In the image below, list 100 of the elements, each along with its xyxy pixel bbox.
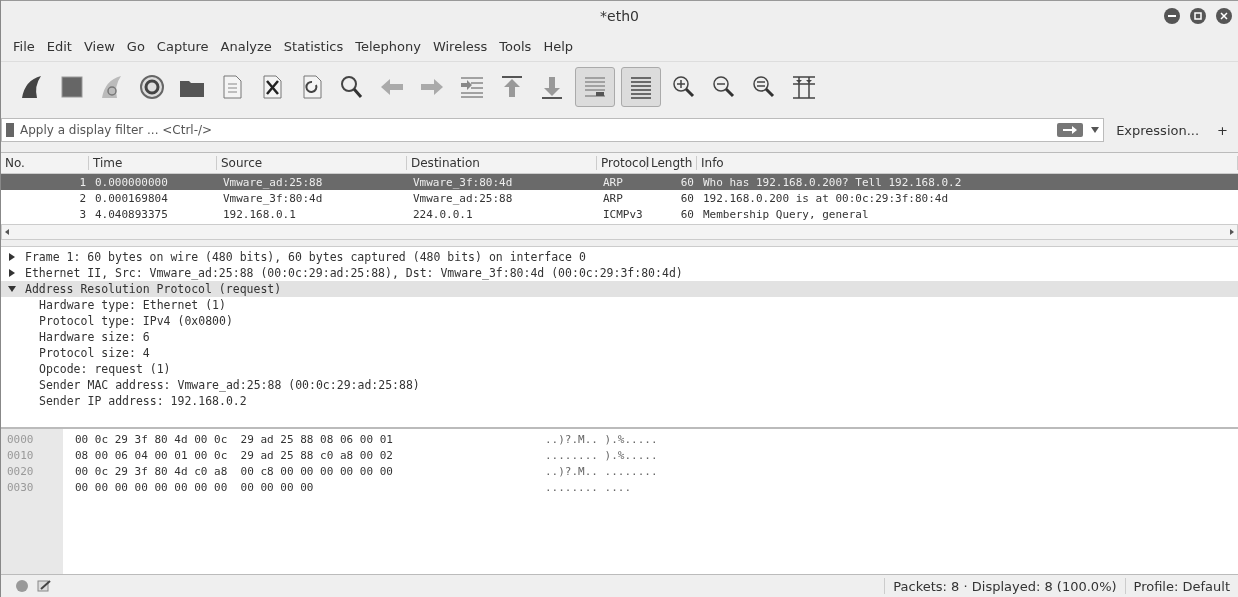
tree-item[interactable]: Sender IP address: 192.168.0.2 [1,393,1238,409]
hex-offset: 0030 [6,480,34,494]
horizontal-scrollbar[interactable] [1,224,1238,240]
table-cell-text: Vmware_3f:80:4d [412,175,514,189]
close-icon [1220,12,1228,20]
table-cell-text: 4.040893375 [94,207,169,221]
table-cell-text: 224.0.0.1 [412,207,474,221]
settings-icon [139,74,165,100]
menu-item[interactable]: Statistics [277,38,350,54]
menu-item[interactable]: Edit [40,38,78,54]
menu-item[interactable]: Analyze [214,38,278,54]
tree-item[interactable]: Hardware size: 6 [1,329,1238,345]
tree-item[interactable]: Ethernet II, Src: Vmware_ad:25:88 (00:0c:29:ad:25:88), Dst: Vmware_3f:80:4d (00:0c:29:3f:80:4d) [1,265,1238,281]
table-cell-text: Who has 192.168.0.200? Tell 192.168.0.2 [702,175,963,189]
column-header[interactable]: No. [1,156,89,170]
expanded-arrow-icon[interactable] [7,284,17,294]
hex-offset: 0000 [6,432,34,446]
menu-item[interactable]: File [7,38,41,54]
menu-item[interactable]: Tools [493,38,538,54]
search-icon [339,74,365,100]
column-header[interactable]: Time [89,156,217,170]
hex-bytes: 08 00 06 04 00 01 00 0c 29 ad 25 88 c0 a8 00 02 [75,448,394,462]
menu-item[interactable]: View [77,38,121,54]
column-header[interactable]: Length [647,156,697,170]
close-button[interactable] [1216,8,1232,24]
tree-item-label: Address Resolution Protocol (request) [25,282,282,296]
tree-item[interactable]: Hardware type: Ethernet (1) [1,297,1238,313]
packet-count: Packets: 8 · Displayed: 8 (100.0%) [893,578,1117,594]
table-cell-text: 2 [78,191,87,205]
lines-icon [628,74,654,100]
arrow-up-icon [499,74,525,100]
hex-bytes: 00 00 00 00 00 00 00 00 00 00 00 00 [75,480,315,494]
column-header[interactable]: Source [217,156,407,170]
display-filter-field[interactable]: Apply a display filter ... <Ctrl-/> [1,118,1105,142]
tree-item[interactable]: Protocol type: IPv4 (0x0800) [1,313,1238,329]
zoom-reset-icon [751,74,777,100]
tree-item[interactable]: Sender MAC address: Vmware_ad:25:88 (00:0c:29:ad:25:88) [1,377,1238,393]
tree-item-label: Protocol size: 4 [39,346,150,360]
edit-icon[interactable] [37,579,51,593]
tree-item[interactable]: Opcode: request (1) [1,361,1238,377]
profile-label[interactable]: Profile: Default [1133,578,1230,594]
tree-item-label: Hardware size: 6 [39,330,150,344]
table-cell-text: 192.168.0.200 is at 00:0c:29:3f:80:4d [702,191,950,205]
table-cell-text: 0.000000000 [94,175,169,189]
table-cell-text: ICMPv3 [602,207,644,221]
go-to-packet-icon [459,74,485,100]
hex-offset: 0020 [6,464,34,478]
table-cell-text: Membership Query, general [702,207,870,221]
tree-item[interactable]: Frame 1: 60 bytes on wire (480 bits), 60 bytes captured (480 bits) on interface 0 [1,249,1238,265]
arrow-right-icon [1063,126,1078,134]
table-cell-text: 60 [679,207,695,221]
apply-filter-button[interactable] [1057,123,1084,137]
menu-item[interactable]: Wireless [426,38,494,54]
packet-row[interactable]: 1 0.000000000 Vmware_ad:25:88 Vmware_3f:80:4d ARP 60 Who has 192.168.0.200? Tell 192.168.0.2 [1,174,1238,190]
hex-bytes: 00 0c 29 3f 80 4d 00 0c 29 ad 25 88 08 06 00 01 [75,432,394,446]
table-cell-text: 3 [78,207,87,221]
dropdown-caret-icon[interactable] [1091,127,1100,133]
tree-item[interactable]: Address Resolution Protocol (request) [1,281,1238,297]
tree-item-label: Frame 1: 60 bytes on wire (480 bits), 60 bytes captured (480 bits) on interface 0 [25,250,586,264]
table-cell-text: Vmware_3f:80:4d [222,191,324,205]
table-cell-text: 60 [679,175,695,189]
stop-icon [59,74,85,100]
tree-item-label: Ethernet II, Src: Vmware_ad:25:88 (00:0c:29:ad:25:88), Dst: Vmware_3f:80:4d (00:0c:29:3f:80:4d) [25,266,683,280]
column-header[interactable]: Info [697,156,1238,170]
tree-item-label: Sender IP address: 192.168.0.2 [39,394,247,408]
table-cell-text: ARP [602,175,624,189]
tree-item-label: Sender MAC address: Vmware_ad:25:88 (00:0c:29:ad:25:88) [39,378,420,392]
hex-offset: 0010 [6,448,34,462]
expression-button[interactable]: Expression... [1110,122,1206,138]
zoom-out-icon [711,74,737,100]
table-cell-text: ARP [602,191,624,205]
table-cell-text: 1 [78,175,87,189]
table-cell-text: 192.168.0.1 [222,207,297,221]
tree-item-label: Protocol type: IPv4 (0x0800) [39,314,233,328]
minimize-button[interactable] [1164,8,1180,24]
column-header[interactable]: Destination [407,156,597,170]
ascii-bytes: ..)?.M.. ).%..... [545,432,658,446]
ascii-bytes: ..)?.M.. ........ [545,464,658,478]
table-cell-text: 60 [679,191,695,205]
square-icon [1194,12,1202,20]
table-cell-text: 0.000169804 [94,191,169,205]
tree-item[interactable]: Protocol size: 4 [1,345,1238,361]
tree-item-label: Opcode: request (1) [39,362,171,376]
minus-icon [1168,15,1176,17]
ascii-bytes: ........ .... [545,480,632,494]
tree-item-label: Hardware type: Ethernet (1) [39,298,226,312]
add-filter-button[interactable]: + [1211,122,1234,138]
menu-item[interactable]: Go [120,38,151,54]
zoom-in-icon [671,74,697,100]
arrow-down-icon [539,74,565,100]
table-cell-text: Vmware_ad:25:88 [222,175,324,189]
menu-item[interactable]: Help [537,38,579,54]
display-filter-input[interactable]: Apply a display filter ... <Ctrl-/> [18,122,1054,138]
menu-item[interactable]: Capture [150,38,215,54]
column-header[interactable]: Protocol [597,156,647,170]
table-cell-text: Vmware_ad:25:88 [412,191,514,205]
maximize-button[interactable] [1190,8,1206,24]
hex-bytes: 00 0c 29 3f 80 4d c0 a8 00 c8 00 00 00 00 00 00 [75,464,394,478]
resize-columns-icon [791,74,817,100]
menu-item[interactable]: Telephony [349,38,427,54]
